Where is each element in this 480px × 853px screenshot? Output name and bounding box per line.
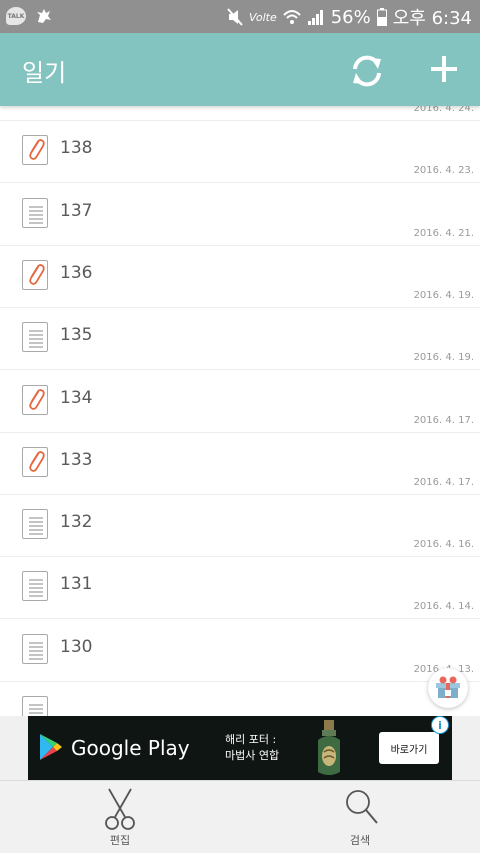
entry-title: 131 <box>60 574 93 595</box>
entry-title: 137 <box>60 200 93 221</box>
paperclip-icon <box>22 259 48 290</box>
document-icon <box>22 571 48 602</box>
page-title: 일기 <box>22 59 67 87</box>
entry-date: 2016. 4. 21. <box>413 227 474 239</box>
edit-label: 편집 <box>109 834 131 847</box>
scissors-icon <box>105 788 135 830</box>
battery-icon <box>376 8 387 26</box>
floating-badge-button[interactable] <box>428 668 468 708</box>
diary-entry[interactable]: 1392016. 4. 24. <box>0 106 480 121</box>
entry-date: 2016. 4. 17. <box>413 476 474 488</box>
sync-icon <box>353 55 381 87</box>
entry-date: 2016. 4. 17. <box>413 414 474 426</box>
entry-title: 132 <box>60 512 93 533</box>
entry-date: 2016. 4. 24. <box>413 106 474 114</box>
potion-image <box>318 720 340 775</box>
sync-button[interactable] <box>347 51 387 91</box>
volte-indicator: Volte <box>248 10 277 24</box>
diary-entry[interactable]: 135 2016. 4. 19. <box>0 308 480 371</box>
diary-entry[interactable]: 136 2016. 4. 19. <box>0 246 480 308</box>
entry-title: 134 <box>60 387 93 408</box>
diary-entry[interactable]: 137 2016. 4. 21. <box>0 184 480 246</box>
diary-entry[interactable]: 1302016. 4. 13. <box>0 620 480 682</box>
ad-info-icon[interactable]: i <box>431 716 449 734</box>
paperclip-icon <box>22 446 48 477</box>
paperclip-icon <box>22 384 48 415</box>
app-bar: 일기 <box>0 33 480 106</box>
document-icon <box>22 509 48 540</box>
diary-entry[interactable]: 132 2016. 4. 16. <box>0 495 480 558</box>
ad-banner[interactable]: Google Play 해리 포터 : 마법사 연합 바로가기 <box>28 716 452 780</box>
paperclip-icon <box>22 135 48 166</box>
battery-percent: 56% <box>330 6 371 28</box>
entry-date: 2016. 4. 23. <box>413 165 474 177</box>
diary-list: 1392016. 4. 24. 138 2016. 4. 23. 137 2016. 4… <box>0 106 480 716</box>
entry-title: 136 <box>60 262 93 283</box>
entry-title: 138 <box>60 138 93 159</box>
diary-entry[interactable]: 131 2016. 4. 14. <box>0 557 480 620</box>
ad-cta-button[interactable]: 바로가기 <box>379 732 439 764</box>
add-button[interactable] <box>424 49 464 89</box>
document-icon <box>22 696 48 716</box>
diary-entry[interactable]: 133 2016. 4. 17. <box>0 433 480 495</box>
gift-box-icon <box>436 676 460 698</box>
diary-entry[interactable]: 134 2016. 4. 17. <box>0 371 480 433</box>
search-label: 검색 <box>349 834 371 847</box>
wifi-icon <box>283 10 301 24</box>
ad-brand: Google Play <box>71 736 190 760</box>
unicorn-icon <box>37 9 51 23</box>
signal-icon <box>307 10 323 25</box>
entry-date: 2016. 4. 19. <box>413 352 474 364</box>
document-icon <box>22 322 48 353</box>
entry-date: 2016. 4. 16. <box>413 539 474 551</box>
entry-title: 130 <box>60 636 93 657</box>
edit-button[interactable]: 편집 <box>60 781 180 853</box>
status-bar: TALK Volte 56% 오후 6:34 <box>0 0 480 33</box>
clock: 오후 6:34 <box>392 8 472 29</box>
entry-date: 2016. 4. 19. <box>413 289 474 301</box>
mute-icon <box>227 8 243 26</box>
talk-icon: TALK <box>6 7 26 25</box>
ad-strip: Google Play 해리 포터 : 마법사 연합 바로가기 <box>0 716 480 780</box>
diary-entry[interactable] <box>0 682 480 716</box>
diary-entry[interactable]: 138 2016. 4. 23. <box>0 121 480 184</box>
google-play-icon <box>40 734 62 760</box>
bottom-bar: 편집 검색 <box>0 780 480 853</box>
document-icon <box>22 633 48 664</box>
document-icon <box>22 197 48 228</box>
add-icon <box>431 56 457 82</box>
app-screen: TALK Volte 56% 오후 6:34 일기 2016. 4. 24. 1… <box>0 0 480 853</box>
entry-title: 135 <box>60 325 93 346</box>
search-icon <box>346 790 378 824</box>
search-button[interactable]: 검색 <box>300 781 420 853</box>
entry-title: 133 <box>60 449 93 470</box>
entry-date: 2016. 4. 14. <box>413 601 474 613</box>
